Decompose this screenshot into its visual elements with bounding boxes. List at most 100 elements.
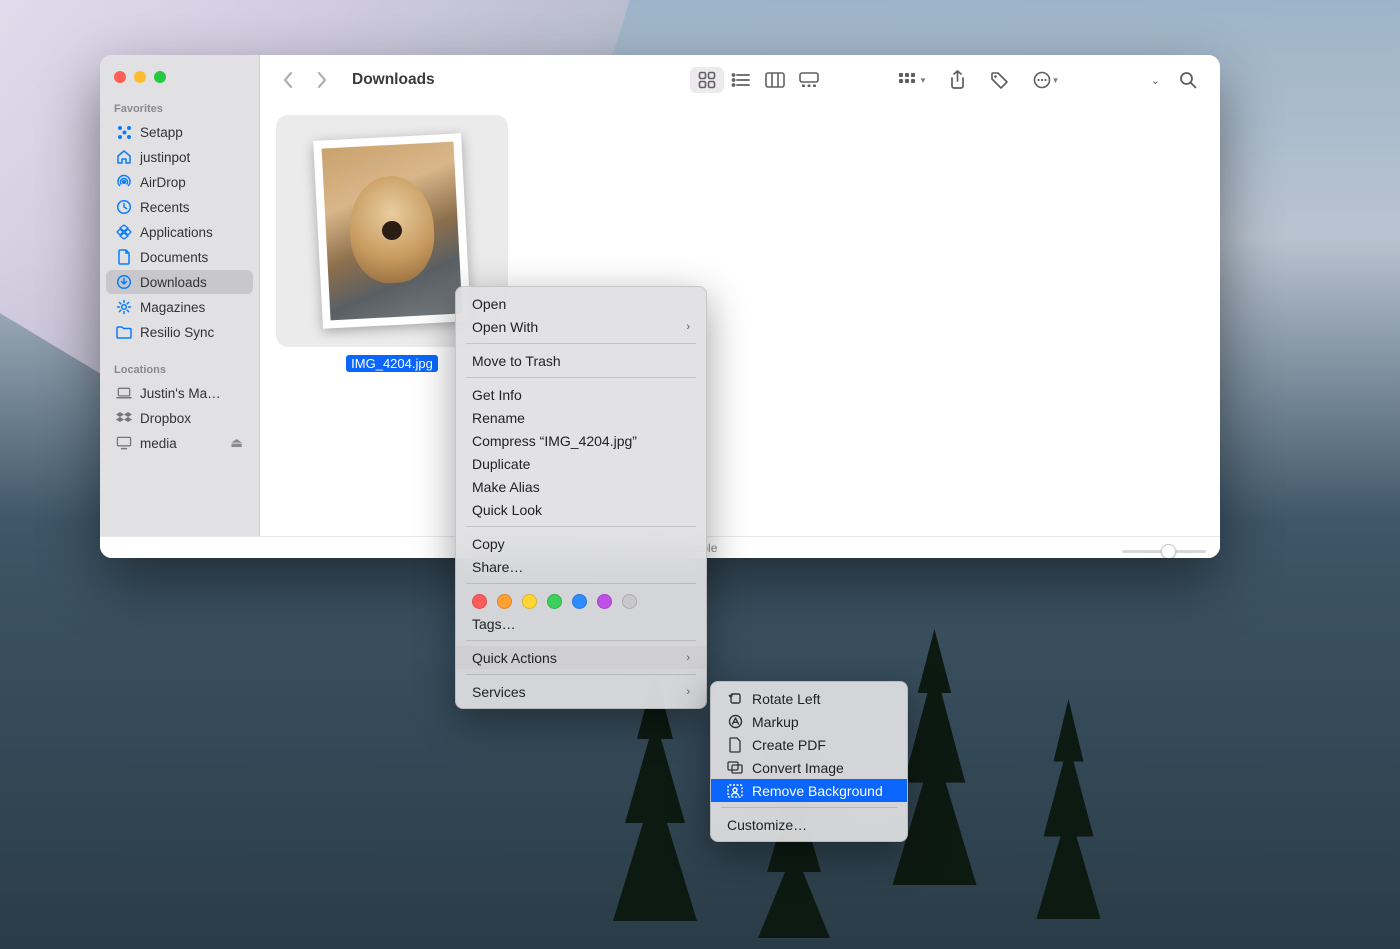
quick-action-markup[interactable]: Markup: [711, 710, 907, 733]
file-name-label[interactable]: IMG_4204.jpg: [346, 355, 438, 372]
menu-item-label: Quick Look: [472, 502, 542, 518]
menu-item-open[interactable]: Open: [456, 292, 706, 315]
doc-icon: [116, 249, 132, 265]
sidebar-item-media[interactable]: media ⏏: [106, 431, 253, 455]
forward-button[interactable]: [312, 67, 332, 93]
more-button[interactable]: ▾: [1028, 67, 1063, 93]
back-button[interactable]: [278, 67, 298, 93]
menu-item-share[interactable]: Share…: [456, 555, 706, 578]
submenu-arrow-icon: ›: [686, 652, 690, 664]
menu-separator: [721, 807, 897, 808]
apps-icon: [116, 224, 132, 240]
eject-icon[interactable]: ⏏: [230, 435, 243, 451]
sidebar-item-justin-s-ma-[interactable]: Justin's Ma…: [106, 381, 253, 405]
menu-item-label: Tags…: [472, 616, 516, 632]
sidebar-item-label: Downloads: [140, 275, 207, 290]
quick-action-convert-image[interactable]: Convert Image: [711, 756, 907, 779]
sidebar-item-label: Applications: [140, 225, 213, 240]
sidebar-item-label: Recents: [140, 200, 190, 215]
fullscreen-button[interactable]: [154, 71, 166, 83]
menu-item-label: Get Info: [472, 387, 522, 403]
rotate-icon: [727, 691, 743, 707]
view-column-button[interactable]: [758, 67, 792, 93]
menu-item-label: Quick Actions: [472, 650, 557, 666]
sidebar-item-justinpot[interactable]: justinpot: [106, 145, 253, 169]
quick-actions-submenu: Rotate Left Markup Create PDF Convert Image…: [710, 681, 908, 842]
sidebar-item-magazines[interactable]: Magazines: [106, 295, 253, 319]
sidebar-item-label: Magazines: [140, 300, 205, 315]
tag-color[interactable]: [497, 594, 512, 609]
airdrop-icon: [116, 174, 132, 190]
tag-color[interactable]: [522, 594, 537, 609]
sidebar-item-applications[interactable]: Applications: [106, 220, 253, 244]
menu-item-label: Markup: [752, 714, 799, 730]
minimize-button[interactable]: [134, 71, 146, 83]
menu-item-services[interactable]: Services ›: [456, 680, 706, 703]
group-by-button[interactable]: ▾: [894, 69, 931, 92]
tags-button[interactable]: [985, 67, 1014, 94]
sidebar-item-label: media: [140, 436, 177, 451]
sidebar-item-dropbox[interactable]: Dropbox: [106, 406, 253, 430]
menu-item-quick-look[interactable]: Quick Look: [456, 498, 706, 521]
sidebar-item-documents[interactable]: Documents: [106, 245, 253, 269]
main-pane: Downloads ▾ ▾ ⌄ IMG_4204.jpg: [260, 55, 1220, 558]
menu-item-label: Customize…: [727, 817, 807, 833]
view-icon-button[interactable]: [690, 67, 724, 93]
window-controls: [100, 65, 259, 99]
gear-icon: [116, 299, 132, 315]
sidebar-item-setapp[interactable]: Setapp: [106, 120, 253, 144]
quick-action-create-pdf[interactable]: Create PDF: [711, 733, 907, 756]
sidebar-item-label: AirDrop: [140, 175, 186, 190]
toolbar: Downloads ▾ ▾ ⌄: [260, 55, 1220, 105]
menu-separator: [466, 377, 696, 378]
tag-color[interactable]: [547, 594, 562, 609]
sidebar-item-downloads[interactable]: Downloads: [106, 270, 253, 294]
menu-item-get-info[interactable]: Get Info: [456, 383, 706, 406]
menu-item-label: Duplicate: [472, 456, 530, 472]
menu-item-open-with[interactable]: Open With›: [456, 315, 706, 338]
zoom-slider[interactable]: [1122, 550, 1206, 553]
sidebar-item-label: justinpot: [140, 150, 190, 165]
tag-color[interactable]: [597, 594, 612, 609]
menu-item-make-alias[interactable]: Make Alias: [456, 475, 706, 498]
sidebar-item-resilio-sync[interactable]: Resilio Sync: [106, 320, 253, 344]
menu-separator: [466, 526, 696, 527]
submenu-arrow-icon: ›: [686, 686, 690, 698]
menu-item-label: Convert Image: [752, 760, 844, 776]
sidebar-item-airdrop[interactable]: AirDrop: [106, 170, 253, 194]
menu-item-rename[interactable]: Rename: [456, 406, 706, 429]
menu-item-label: Compress “IMG_4204.jpg”: [472, 433, 637, 449]
view-list-button[interactable]: [724, 67, 758, 93]
pdf-icon: [727, 737, 743, 753]
menu-separator: [466, 674, 696, 675]
tag-color[interactable]: [572, 594, 587, 609]
display-icon: [116, 435, 132, 451]
close-button[interactable]: [114, 71, 126, 83]
zoom-knob[interactable]: [1161, 544, 1176, 558]
submenu-arrow-icon: ›: [686, 321, 690, 333]
home-icon: [116, 149, 132, 165]
menu-item-compress-img-4204-jpg[interactable]: Compress “IMG_4204.jpg”: [456, 429, 706, 452]
menu-item-copy[interactable]: Copy: [456, 532, 706, 555]
tag-color[interactable]: [622, 594, 637, 609]
removebg-icon: [727, 783, 743, 799]
sidebar-item-recents[interactable]: Recents: [106, 195, 253, 219]
view-gallery-button[interactable]: [792, 67, 826, 93]
menu-item-label: Remove Background: [752, 783, 883, 799]
menu-item-move-to-trash[interactable]: Move to Trash: [456, 349, 706, 372]
sidebar: Favorites SetappjustinpotAirDropRecentsA…: [100, 55, 260, 558]
menu-item-tags[interactable]: Tags…: [456, 612, 706, 635]
sidebar-section-locations: Locations: [100, 360, 259, 380]
content-area[interactable]: IMG_4204.jpg: [260, 105, 1220, 558]
quick-action-rotate-left[interactable]: Rotate Left: [711, 687, 907, 710]
grid-icon: [116, 124, 132, 140]
quick-action-remove-background[interactable]: Remove Background: [711, 779, 907, 802]
quick-action-customize[interactable]: Customize…: [711, 813, 907, 836]
menu-item-label: Services: [472, 684, 526, 700]
share-button[interactable]: [944, 66, 971, 94]
search-button[interactable]: [1174, 67, 1202, 93]
tag-color[interactable]: [472, 594, 487, 609]
menu-item-duplicate[interactable]: Duplicate: [456, 452, 706, 475]
menu-item-quick-actions[interactable]: Quick Actions ›: [456, 646, 706, 669]
chevron-down-icon[interactable]: ⌄: [1151, 74, 1160, 87]
